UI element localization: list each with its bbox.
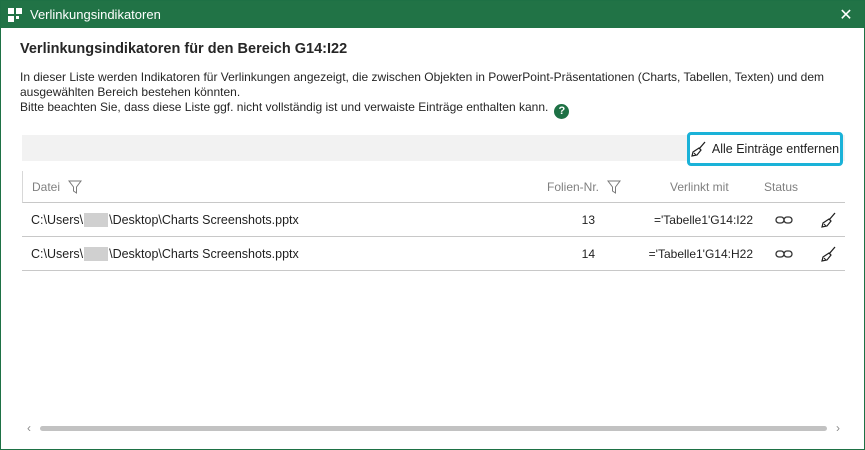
file-path-prefix: C:\Users\ <box>31 212 84 227</box>
description-line-2: Bitte beachten Sie, dass diese Liste ggf… <box>20 100 549 114</box>
close-icon: ✕ <box>839 6 853 24</box>
column-file-label: Datei <box>32 179 61 194</box>
column-slide-label: Folien-Nr. <box>547 179 600 194</box>
scroll-left-arrow[interactable]: ‹ <box>22 421 36 435</box>
column-header-file[interactable]: Datei <box>32 171 83 202</box>
horizontal-scrollbar[interactable]: ‹ › <box>22 421 845 435</box>
scroll-thumb[interactable] <box>40 426 827 431</box>
column-linked-label: Verlinkt mit <box>670 179 729 194</box>
redacted-username <box>84 212 109 227</box>
file-path-suffix: \Desktop\Charts Screenshots.pptx <box>109 246 299 261</box>
slide-number: 14 <box>581 246 595 261</box>
description: In dieser Liste werden Indikatoren für V… <box>20 70 840 119</box>
window-title: Verlinkungsindikatoren <box>30 7 161 22</box>
column-header-status: Status <box>764 171 798 202</box>
column-header-slide[interactable]: Folien-Nr. <box>547 171 622 202</box>
remove-all-entries-button[interactable]: Alle Einträge entfernen <box>687 132 843 166</box>
links-table: Datei Folien-Nr. Verlinkt mit Status C:\… <box>22 171 845 271</box>
linked-range: ='Tabelle1'G14:H22 <box>648 246 753 261</box>
scroll-right-arrow[interactable]: › <box>831 421 845 435</box>
file-path-prefix: C:\Users\ <box>31 246 84 261</box>
table-row[interactable]: C:\Users\ \Desktop\Charts Screenshots.ppt… <box>22 237 845 271</box>
broom-icon <box>821 246 836 262</box>
filter-icon[interactable] <box>68 180 83 194</box>
dialog-window: Verlinkungsindikatoren ✕ Verlinkungsindi… <box>0 0 865 450</box>
column-status-label: Status <box>764 179 799 194</box>
page-title: Verlinkungsindikatoren für den Bereich G… <box>20 41 348 57</box>
table-header: Datei Folien-Nr. Verlinkt mit Status <box>22 171 845 203</box>
filter-icon[interactable] <box>607 180 622 194</box>
table-row[interactable]: C:\Users\ \Desktop\Charts Screenshots.ppt… <box>22 203 845 237</box>
app-grid-icon <box>8 7 22 22</box>
broom-icon <box>691 141 706 157</box>
file-path: C:\Users\ \Desktop\Charts Screenshots.ppt… <box>31 203 299 236</box>
broom-icon <box>821 212 836 228</box>
remove-entry-button[interactable] <box>819 203 839 236</box>
link-icon <box>772 237 796 270</box>
remove-all-label: Alle Einträge entfernen <box>711 142 840 156</box>
help-icon[interactable]: ? <box>554 104 570 119</box>
file-path-suffix: \Desktop\Charts Screenshots.pptx <box>109 212 299 227</box>
slide-number: 13 <box>581 212 595 227</box>
description-line-2-wrap: Bitte beachten Sie, dass diese Liste ggf… <box>20 100 840 119</box>
linked-range: ='Tabelle1'G14:I22 <box>654 212 753 227</box>
file-path: C:\Users\ \Desktop\Charts Screenshots.ppt… <box>31 237 299 270</box>
remove-entry-button[interactable] <box>819 237 839 270</box>
description-line-1: In dieser Liste werden Indikatoren für V… <box>20 70 825 99</box>
redacted-username <box>84 246 109 261</box>
column-header-linked: Verlinkt mit <box>670 171 729 202</box>
title-bar: Verlinkungsindikatoren ✕ <box>1 1 864 28</box>
close-button[interactable]: ✕ <box>828 1 864 28</box>
link-icon <box>772 203 796 236</box>
